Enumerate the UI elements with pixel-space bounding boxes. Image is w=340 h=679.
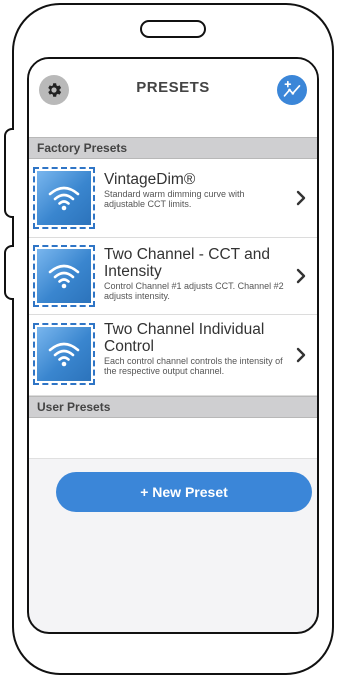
- side-button-upper: [4, 128, 14, 218]
- top-bar: PRESETS: [29, 59, 317, 137]
- user-presets-header: User Presets: [29, 396, 317, 418]
- chevron-right-icon: [296, 347, 306, 363]
- factory-presets-list: VintageDim® Standard warm dimming curve …: [29, 159, 317, 396]
- preset-row-two-channel-individual[interactable]: Two Channel Individual Control Each cont…: [29, 315, 317, 396]
- factory-presets-header: Factory Presets: [29, 137, 317, 159]
- new-preset-button[interactable]: + New Preset: [56, 472, 312, 512]
- preset-title: Two Channel - CCT and Intensity: [104, 246, 270, 280]
- preset-row-vintagedim[interactable]: VintageDim® Standard warm dimming curve …: [29, 159, 317, 238]
- page-title: PRESETS: [136, 79, 210, 96]
- preset-thumbnail: [33, 167, 95, 229]
- preset-description: Standard warm dimming curve with adjusta…: [104, 189, 245, 209]
- add-chart-icon: [283, 80, 301, 97]
- chevron-right-icon: [296, 268, 306, 284]
- preset-thumbnail: [33, 245, 95, 307]
- preset-thumbnail: [33, 323, 95, 385]
- app-screen: PRESETS Factory Presets VintageDim® Stan…: [27, 57, 319, 634]
- side-button-lower: [4, 245, 14, 300]
- preset-description: Each control channel controls the intens…: [104, 356, 283, 376]
- wifi-icon: [48, 186, 80, 211]
- preset-row-two-channel-cct[interactable]: Two Channel - CCT and Intensity Control …: [29, 238, 317, 315]
- user-presets-list: [29, 418, 317, 459]
- add-preset-button[interactable]: [277, 75, 307, 105]
- preset-description: Control Channel #1 adjusts CCT. Channel …: [104, 281, 284, 301]
- wifi-icon: [48, 342, 80, 367]
- wifi-icon: [48, 264, 80, 289]
- speaker-slot: [140, 20, 206, 38]
- preset-title: Two Channel Individual Control: [104, 321, 265, 355]
- chevron-right-icon: [296, 190, 306, 206]
- preset-title: VintageDim®: [104, 171, 196, 188]
